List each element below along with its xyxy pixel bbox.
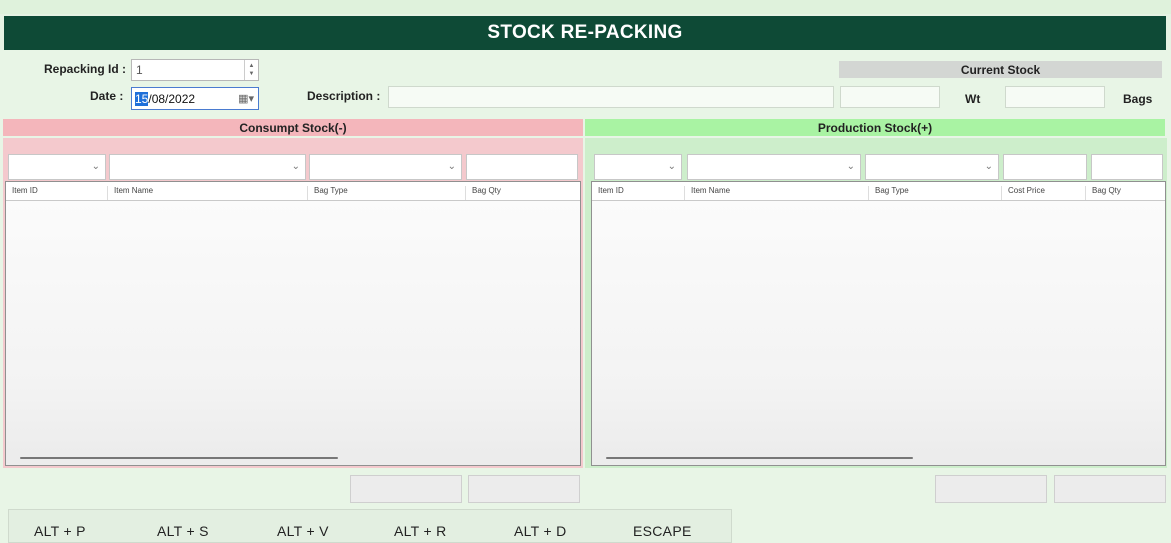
- production-bag-qty-input[interactable]: [1091, 154, 1163, 180]
- production-horizontal-scrollbar[interactable]: [592, 451, 1165, 465]
- shortcut-alt-v[interactable]: ALT + V: [277, 523, 329, 539]
- page-title: STOCK RE-PACKING: [4, 16, 1166, 50]
- shortcut-alt-r[interactable]: ALT + R: [394, 523, 447, 539]
- column-header-bag-type[interactable]: Bag Type: [868, 186, 1001, 200]
- scrollbar-thumb[interactable]: [606, 457, 913, 459]
- shortcut-alt-d[interactable]: ALT + D: [514, 523, 567, 539]
- repacking-id-label: Repacking Id :: [44, 62, 127, 76]
- date-day-selected: 15: [135, 92, 149, 106]
- production-stock-header: Production Stock(+): [585, 119, 1165, 136]
- repacking-id-value: 1: [136, 63, 143, 77]
- production-grid-header: Item ID Item Name Bag Type Cost Price Ba…: [592, 182, 1165, 201]
- chevron-down-icon: ⌄: [984, 161, 993, 172]
- production-item-name-combo[interactable]: ⌄: [687, 154, 861, 180]
- production-grid-body: [592, 201, 1165, 465]
- production-bag-type-combo[interactable]: ⌄: [865, 154, 999, 180]
- production-action-button-2[interactable]: [1054, 475, 1166, 503]
- calendar-dropdown-icon[interactable]: ▦▾: [238, 92, 254, 105]
- scrollbar-thumb[interactable]: [20, 457, 338, 459]
- chevron-down-icon: ⌄: [667, 161, 676, 172]
- shortcut-escape[interactable]: ESCAPE: [633, 523, 692, 539]
- consumpt-grid-header: Item ID Item Name Bag Type Bag Qty: [6, 182, 580, 201]
- shortcut-bar: ALT + P ALT + S ALT + V ALT + R ALT + D …: [8, 509, 732, 543]
- production-cost-price-input[interactable]: [1003, 154, 1087, 180]
- shortcut-alt-p[interactable]: ALT + P: [34, 523, 86, 539]
- production-item-id-combo[interactable]: ⌄: [594, 154, 682, 180]
- spinner-arrows-icon[interactable]: ▲ ▼: [244, 60, 258, 80]
- wt-label: Wt: [965, 92, 981, 106]
- column-header-item-id[interactable]: Item ID: [6, 186, 106, 200]
- consumpt-horizontal-scrollbar[interactable]: [6, 451, 580, 465]
- column-header-cost-price[interactable]: Cost Price: [1001, 186, 1085, 200]
- description-input[interactable]: [388, 86, 834, 108]
- consumpt-stock-header: Consumpt Stock(-): [3, 119, 583, 136]
- consumpt-grid[interactable]: Item ID Item Name Bag Type Bag Qty: [5, 181, 581, 466]
- column-header-item-id[interactable]: Item ID: [592, 186, 684, 200]
- shortcut-alt-s[interactable]: ALT + S: [157, 523, 209, 539]
- bags-label: Bags: [1123, 92, 1153, 106]
- date-month-year: /08/2022: [148, 92, 196, 106]
- date-picker[interactable]: 15/08/2022 ▦▾: [131, 87, 259, 110]
- current-stock-wt-field: [1005, 86, 1105, 108]
- consumpt-action-button-2[interactable]: [468, 475, 580, 503]
- repacking-id-spinner[interactable]: 1 ▲ ▼: [131, 59, 259, 81]
- current-stock-qty-field: [840, 86, 940, 108]
- description-label: Description :: [307, 89, 381, 103]
- chevron-down-icon: ⌄: [291, 161, 300, 172]
- chevron-down-icon: ⌄: [91, 161, 100, 172]
- consumpt-bag-type-combo[interactable]: ⌄: [309, 154, 462, 180]
- consumpt-bag-qty-input[interactable]: [466, 154, 578, 180]
- chevron-down-icon: ⌄: [447, 161, 456, 172]
- column-header-item-name[interactable]: Item Name: [107, 186, 307, 200]
- current-stock-header: Current Stock: [839, 61, 1162, 78]
- production-grid[interactable]: Item ID Item Name Bag Type Cost Price Ba…: [591, 181, 1166, 466]
- window-top-strip: [0, 0, 1171, 14]
- chevron-down-icon: ⌄: [846, 161, 855, 172]
- column-header-bag-qty[interactable]: Bag Qty: [1085, 186, 1165, 200]
- date-label: Date :: [90, 89, 124, 103]
- consumpt-grid-body: [6, 201, 580, 465]
- column-header-bag-qty[interactable]: Bag Qty: [465, 186, 580, 200]
- consumpt-item-id-combo[interactable]: ⌄: [8, 154, 106, 180]
- column-header-bag-type[interactable]: Bag Type: [307, 186, 465, 200]
- consumpt-action-button-1[interactable]: [350, 475, 462, 503]
- consumpt-item-name-combo[interactable]: ⌄: [109, 154, 306, 180]
- production-action-button-1[interactable]: [935, 475, 1047, 503]
- column-header-item-name[interactable]: Item Name: [684, 186, 868, 200]
